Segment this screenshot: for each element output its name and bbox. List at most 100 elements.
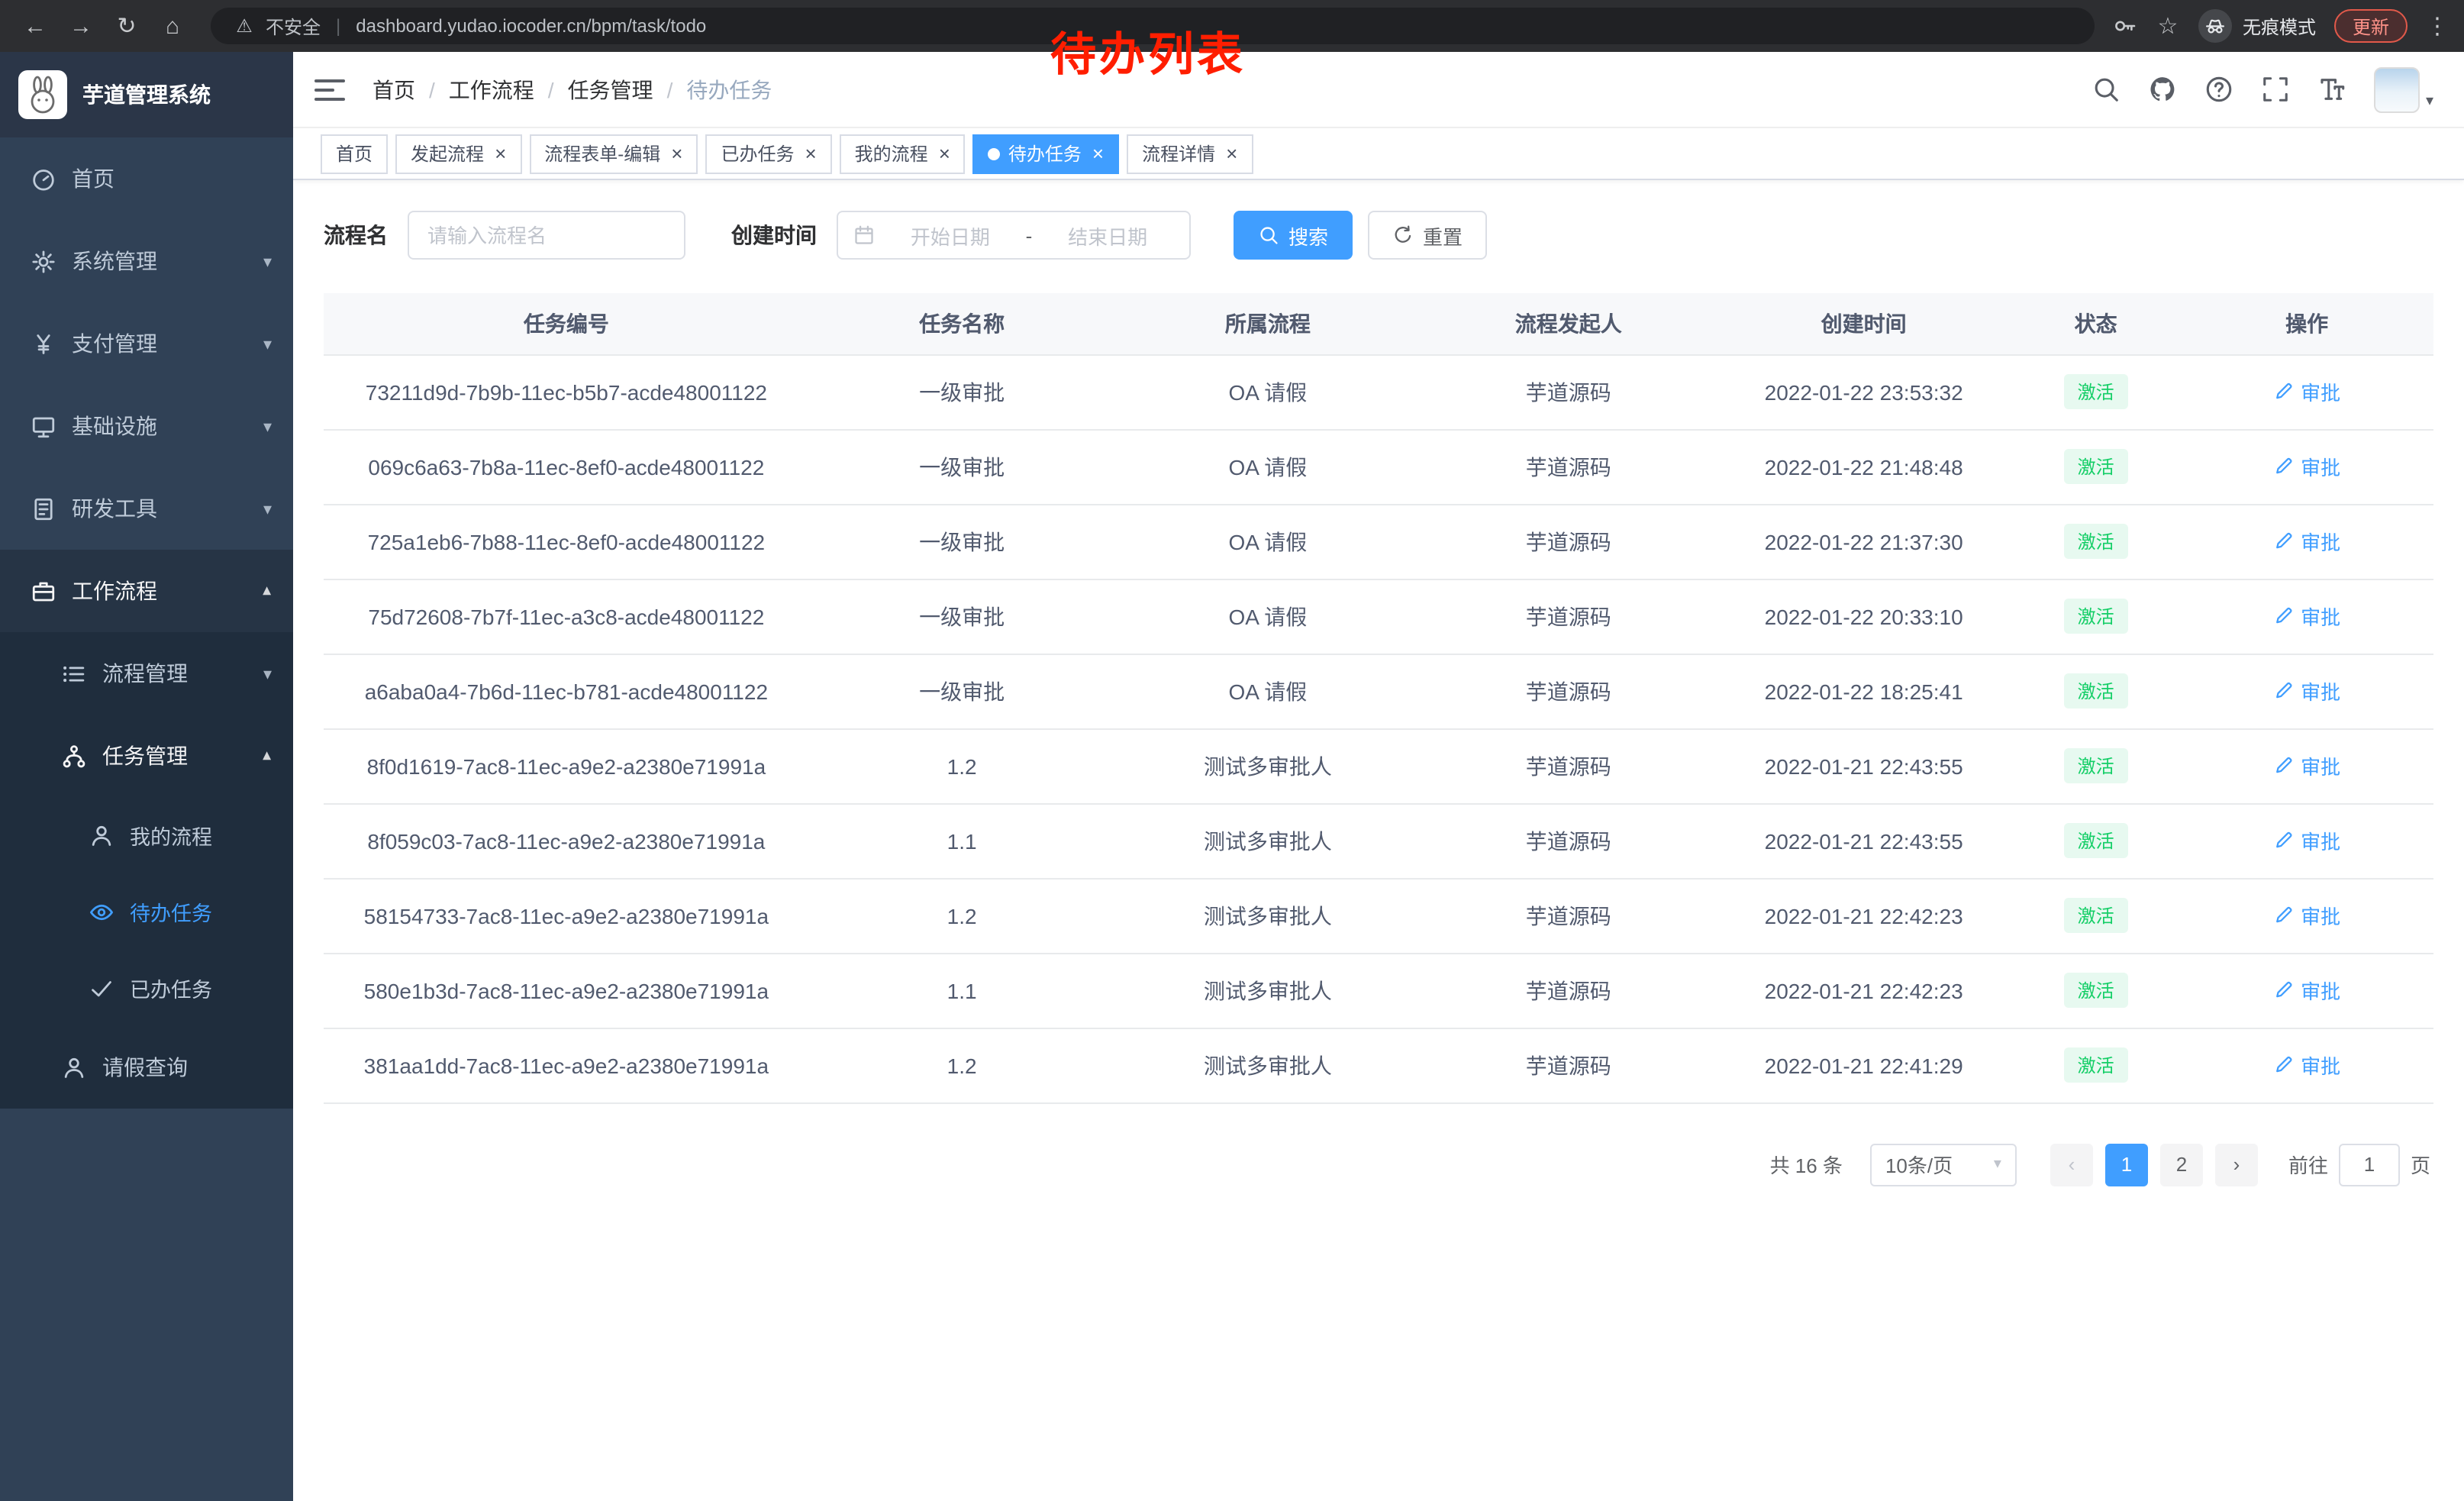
- sidebar-item-label: 系统管理: [72, 246, 248, 276]
- goto-suffix: 页: [2411, 1150, 2430, 1179]
- tab-close-icon[interactable]: ×: [495, 144, 506, 163]
- avatar[interactable]: [2374, 66, 2420, 112]
- breadcrumb-item[interactable]: 任务管理: [568, 74, 653, 105]
- forward-icon[interactable]: →: [61, 6, 101, 46]
- page-size-select[interactable]: 10条/页 ▾: [1870, 1143, 2017, 1186]
- end-date-placeholder: 结束日期: [1041, 221, 1174, 250]
- cell-status: 激活: [2011, 579, 2180, 654]
- help-icon[interactable]: [2204, 75, 2233, 104]
- search-button[interactable]: 搜索: [1234, 211, 1353, 260]
- tab-6[interactable]: 流程详情×: [1127, 134, 1253, 173]
- edit-icon: [2273, 456, 2295, 477]
- approve-link[interactable]: 审批: [2273, 452, 2340, 481]
- status-badge: 激活: [2064, 524, 2128, 559]
- sidebar-item-1[interactable]: 系统管理▾: [0, 220, 293, 302]
- sidebar-item-7[interactable]: 任务管理 ▾: [0, 715, 293, 797]
- sidebar-item-3[interactable]: 基础设施▾: [0, 385, 293, 467]
- cell-process: 测试多审批人: [1115, 1028, 1421, 1102]
- sidebar-item-6[interactable]: 流程管理▾: [0, 632, 293, 715]
- approve-link[interactable]: 审批: [2273, 602, 2340, 631]
- cell-task-id: 73211d9d-7b9b-11ec-b5b7-acde48001122: [324, 354, 809, 429]
- breadcrumb-item[interactable]: 工作流程: [449, 74, 534, 105]
- sidebar-item-11[interactable]: 请假查询: [0, 1026, 293, 1109]
- prev-page-button[interactable]: ‹: [2050, 1143, 2093, 1186]
- chevron-up-icon: ▾: [263, 746, 272, 766]
- home-icon[interactable]: ⌂: [153, 6, 192, 46]
- cell-task-name: 一级审批: [809, 654, 1115, 728]
- process-name-input[interactable]: [408, 211, 685, 260]
- user-menu[interactable]: ▾: [2374, 66, 2433, 112]
- cell-initiator: 芋道源码: [1421, 429, 1716, 504]
- tab-4[interactable]: 我的流程×: [840, 134, 966, 173]
- reload-icon[interactable]: ↻: [107, 6, 147, 46]
- cell-process: OA 请假: [1115, 654, 1421, 728]
- goto-page-input[interactable]: [2339, 1143, 2400, 1186]
- github-icon[interactable]: [2148, 75, 2177, 104]
- approve-link[interactable]: 审批: [2273, 1051, 2340, 1080]
- key-icon[interactable]: [2113, 14, 2137, 38]
- table-row: 75d72608-7b7f-11ec-a3c8-acde48001122 一级审…: [324, 579, 2433, 654]
- cell-status: 激活: [2011, 953, 2180, 1028]
- edit-icon: [2273, 1054, 2295, 1076]
- approve-link[interactable]: 审批: [2273, 751, 2340, 780]
- cell-created-time: 2022-01-22 21:37:30: [1716, 504, 2011, 579]
- breadcrumb-item[interactable]: 首页: [373, 74, 415, 105]
- back-icon[interactable]: ←: [15, 6, 55, 46]
- tab-2[interactable]: 流程表单-编辑×: [529, 134, 698, 173]
- sidebar-item-2[interactable]: 支付管理▾: [0, 302, 293, 385]
- date-range-picker[interactable]: 开始日期 - 结束日期: [837, 211, 1191, 260]
- sidebar-item-label: 支付管理: [72, 328, 248, 359]
- cell-created-time: 2022-01-21 22:43:55: [1716, 728, 2011, 803]
- approve-link[interactable]: 审批: [2273, 377, 2340, 406]
- next-page-button[interactable]: ›: [2215, 1143, 2258, 1186]
- tab-close-icon[interactable]: ×: [1092, 144, 1104, 163]
- fullscreen-icon[interactable]: [2261, 75, 2290, 104]
- cell-status: 激活: [2011, 504, 2180, 579]
- tab-close-icon[interactable]: ×: [671, 144, 682, 163]
- pagination: 共 16 条 10条/页 ▾ ‹ 12 › 前往 页: [324, 1143, 2433, 1186]
- dots-vertical-icon[interactable]: ⋮: [2426, 12, 2449, 40]
- caret-down-icon: ▾: [2426, 92, 2433, 112]
- approve-link[interactable]: 审批: [2273, 676, 2340, 705]
- page-button-2[interactable]: 2: [2160, 1143, 2203, 1186]
- sidebar-item-9[interactable]: 待办任务: [0, 873, 293, 950]
- sidebar-item-10[interactable]: 已办任务: [0, 950, 293, 1026]
- approve-link[interactable]: 审批: [2273, 826, 2340, 855]
- search-icon[interactable]: [2091, 75, 2121, 104]
- cell-task-name: 一级审批: [809, 429, 1115, 504]
- cell-status: 激活: [2011, 803, 2180, 878]
- tab-0[interactable]: 首页: [321, 134, 388, 173]
- collapse-sidebar-icon[interactable]: [314, 79, 345, 100]
- cell-process: OA 请假: [1115, 354, 1421, 429]
- cell-task-name: 一级审批: [809, 504, 1115, 579]
- tab-3[interactable]: 已办任务×: [705, 134, 831, 173]
- column-header: 操作: [2180, 293, 2433, 354]
- approve-link[interactable]: 审批: [2273, 976, 2340, 1005]
- tab-5[interactable]: 待办任务×: [973, 134, 1119, 173]
- my-process-icon: [89, 822, 114, 848]
- cell-initiator: 芋道源码: [1421, 579, 1716, 654]
- tab-close-icon[interactable]: ×: [939, 144, 950, 163]
- tab-close-icon[interactable]: ×: [1226, 144, 1237, 163]
- approve-link[interactable]: 审批: [2273, 901, 2340, 930]
- sidebar-item-label: 任务管理: [102, 741, 248, 771]
- browser-update-button[interactable]: 更新: [2334, 9, 2408, 43]
- reset-button-label: 重置: [1423, 221, 1463, 250]
- sidebar-item-0[interactable]: 首页: [0, 137, 293, 220]
- star-icon[interactable]: ☆: [2156, 14, 2180, 38]
- sidebar-item-8[interactable]: 我的流程: [0, 797, 293, 873]
- tab-1[interactable]: 发起流程×: [395, 134, 521, 173]
- cell-actions: 审批: [2180, 354, 2433, 429]
- sidebar-item-5[interactable]: 工作流程▾: [0, 550, 293, 632]
- page-button-1[interactable]: 1: [2105, 1143, 2148, 1186]
- tab-close-icon[interactable]: ×: [805, 144, 816, 163]
- goto-label: 前往: [2288, 1150, 2328, 1179]
- cell-task-id: 8f0d1619-7ac8-11ec-a9e2-a2380e71991a: [324, 728, 809, 803]
- reset-button[interactable]: 重置: [1368, 211, 1487, 260]
- sidebar-item-4[interactable]: 研发工具▾: [0, 467, 293, 550]
- search-button-label: 搜索: [1288, 221, 1328, 250]
- status-badge: 激活: [2064, 599, 2128, 634]
- font-size-icon[interactable]: [2317, 75, 2346, 104]
- approve-link[interactable]: 审批: [2273, 527, 2340, 556]
- column-header: 流程发起人: [1421, 293, 1716, 354]
